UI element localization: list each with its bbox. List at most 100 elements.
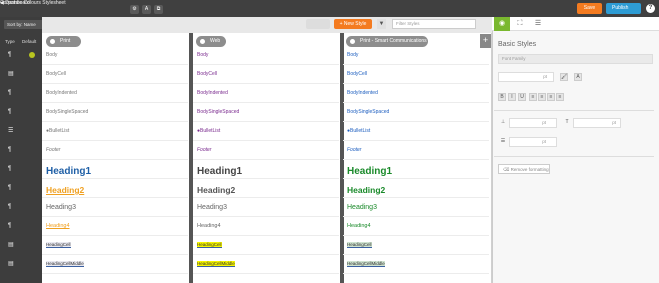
style-type-row: ▤ [0, 66, 42, 84]
style-cell[interactable]: BodyCell [197, 71, 217, 77]
style-cell[interactable]: Heading1 [46, 166, 91, 177]
new-style-button[interactable]: + New Style [334, 19, 372, 29]
table-cell-icon: ▤ [8, 242, 14, 248]
filter-styles-input[interactable]: Filter Styles [392, 19, 476, 29]
style-cell[interactable]: Heading3 [347, 204, 377, 211]
style-cell[interactable]: Heading4 [46, 223, 70, 229]
style-cell[interactable]: ●BulletList [46, 128, 69, 134]
style-cell[interactable]: Body [46, 52, 57, 58]
style-type-row: ¶ [0, 161, 42, 179]
style-cell[interactable]: ●BulletList [347, 128, 370, 134]
style-cell[interactable]: Heading2 [46, 185, 84, 195]
row-divider [193, 254, 339, 255]
style-cell[interactable]: Body [197, 52, 208, 58]
row-divider [343, 140, 489, 141]
style-cell[interactable]: Heading1 [347, 166, 392, 177]
align-center-icon[interactable]: ≡ [538, 93, 546, 101]
publish-button[interactable]: Publish [606, 3, 641, 14]
style-cell[interactable]: HeadingCellMiddle [197, 261, 235, 267]
line-spacing-icon: ☰ [500, 138, 506, 144]
column-name: Print - Smart Communications [360, 38, 427, 44]
column-header-print[interactable]: Print [46, 36, 81, 47]
row-divider [42, 83, 188, 84]
style-cell[interactable]: HeadingCellMiddle [46, 261, 84, 267]
underline-button[interactable]: U [518, 93, 526, 101]
style-cell[interactable]: Heading2 [347, 185, 385, 195]
style-cell[interactable]: Heading3 [46, 204, 76, 211]
row-divider [343, 254, 489, 255]
style-cell[interactable]: BodyIndented [347, 90, 378, 96]
style-cell[interactable]: BodyCell [46, 71, 66, 77]
font-family-select[interactable]: Font Family [498, 54, 653, 64]
row-divider [193, 102, 339, 103]
row-divider [42, 64, 188, 65]
style-cell[interactable]: HeadingCell [46, 242, 71, 248]
row-divider [343, 159, 489, 160]
text-color-icon[interactable]: 🖌 [560, 73, 568, 81]
space-before-input[interactable]: pt [509, 118, 557, 128]
tab-styles[interactable]: ◉ [494, 17, 510, 31]
row-divider [193, 216, 339, 217]
style-cell[interactable]: Footer [197, 147, 211, 153]
settings-icon[interactable]: ⚙ [130, 5, 139, 14]
paragraph-icon: ¶ [8, 204, 12, 210]
font-icon[interactable]: A [142, 5, 151, 14]
style-cell[interactable]: Body [347, 52, 358, 58]
column-name: Web [210, 38, 221, 44]
row-divider [42, 216, 188, 217]
dashboard-back-link[interactable]: ◀ Dashboard [0, 0, 659, 17]
column-header-web[interactable]: Web [196, 36, 226, 47]
style-cell[interactable]: Heading4 [197, 223, 221, 229]
font-size-input[interactable]: pt [498, 72, 554, 82]
row-divider [343, 121, 489, 122]
style-cell[interactable]: HeadingCell [347, 242, 372, 248]
tab-layout[interactable]: ⛶ [512, 17, 528, 31]
column-header-print-smart[interactable]: Print - Smart Communications [346, 36, 428, 47]
toolbar-grey-button[interactable] [306, 19, 330, 29]
add-column-button[interactable]: + [480, 34, 491, 48]
row-divider [42, 273, 188, 274]
style-cell[interactable]: Heading4 [347, 223, 371, 229]
style-cell[interactable]: Footer [46, 147, 60, 153]
row-divider [193, 178, 339, 179]
style-cell[interactable]: BodySingleSpaced [197, 109, 239, 115]
style-cell[interactable]: BodyIndented [197, 90, 228, 96]
bold-button[interactable]: B [498, 93, 506, 101]
row-divider [42, 178, 188, 179]
filter-icon[interactable]: ▼ [377, 19, 386, 29]
style-type-row: ¶ [0, 85, 42, 103]
align-right-icon[interactable]: ≡ [547, 93, 555, 101]
tab-list[interactable]: ☰ [530, 17, 546, 31]
row-divider [193, 197, 339, 198]
style-cell[interactable]: Footer [347, 147, 361, 153]
save-button[interactable]: Save [577, 3, 602, 14]
remove-formatting-button[interactable]: ⌫ Remove formatting [498, 164, 550, 174]
help-icon[interactable]: ? [646, 4, 655, 13]
font-color-icon[interactable]: A [574, 73, 582, 81]
style-cell[interactable]: Heading1 [197, 166, 242, 177]
style-type-row: ▤ [0, 256, 42, 274]
style-cell[interactable]: HeadingCellMiddle [347, 261, 385, 267]
space-after-input[interactable]: pt [573, 118, 621, 128]
row-divider [42, 197, 188, 198]
style-cell[interactable]: BodySingleSpaced [347, 109, 389, 115]
style-type-row: ¶ [0, 218, 42, 236]
style-cell[interactable]: Heading3 [197, 204, 227, 211]
divider [494, 156, 654, 157]
row-divider [42, 121, 188, 122]
style-cell[interactable]: ●BulletList [197, 128, 220, 134]
style-cell[interactable]: BodySingleSpaced [46, 109, 88, 115]
style-cell[interactable]: Heading2 [197, 185, 235, 195]
style-cell[interactable]: BodyIndented [46, 90, 77, 96]
line-spacing-input[interactable]: pt [509, 137, 557, 147]
row-divider [193, 235, 339, 236]
copy-icon[interactable]: ⧉ [154, 5, 163, 14]
basic-styles-title: Basic Styles [498, 41, 537, 48]
style-cell[interactable]: HeadingCell [197, 242, 222, 248]
style-cell[interactable]: BodyCell [347, 71, 367, 77]
italic-button[interactable]: I [508, 93, 516, 101]
align-justify-icon[interactable]: ≡ [556, 93, 564, 101]
style-type-row: ¶ [0, 47, 42, 65]
row-divider [343, 216, 489, 217]
align-left-icon[interactable]: ≡ [529, 93, 537, 101]
